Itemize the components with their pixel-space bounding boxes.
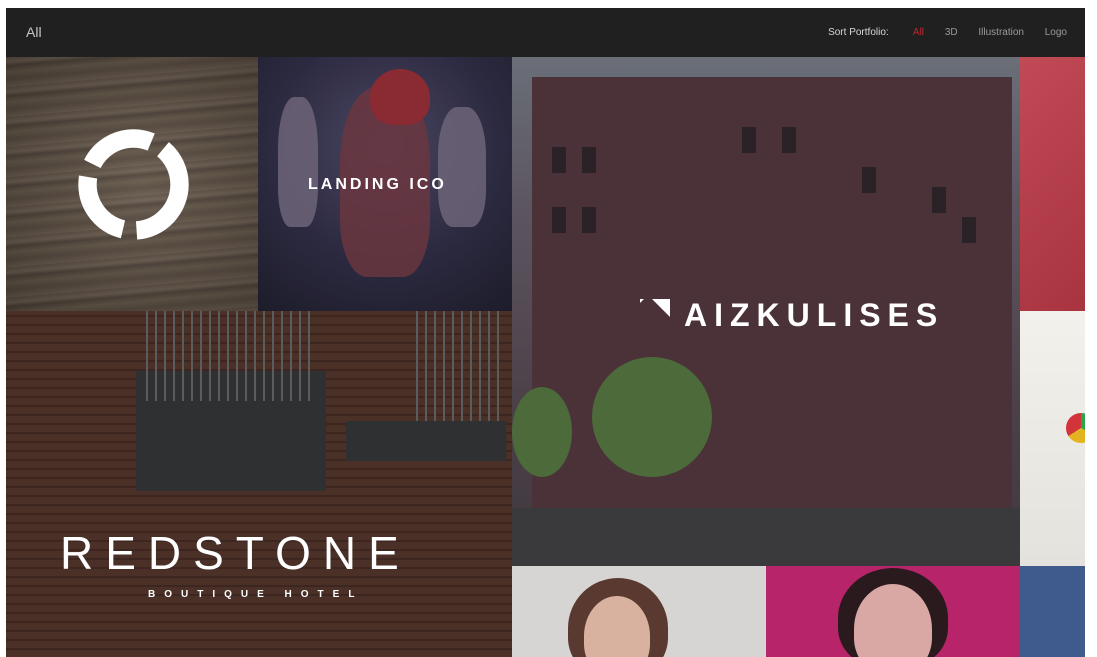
balcony — [346, 421, 506, 461]
building-window — [552, 207, 566, 233]
sort-portfolio-menu: Sort Portfolio: All 3D Illustration Logo — [828, 27, 1085, 38]
sort-portfolio-label: Sort Portfolio: — [828, 27, 889, 38]
redstone-title: REDSTONE — [60, 527, 411, 579]
tree — [512, 387, 572, 477]
current-filter-label: All — [26, 24, 42, 40]
ring-logo-icon — [78, 129, 189, 240]
sort-option-logo[interactable]: Logo — [1045, 27, 1067, 38]
colorful-logo-icon — [1066, 413, 1085, 443]
athlete-figure — [438, 107, 486, 227]
portfolio-item-redstone[interactable]: REDSTONE BOUTIQUE HOTEL — [6, 311, 512, 657]
aizkulises-title-text: AIZKULISES — [684, 297, 945, 333]
portfolio-item-wood-logo[interactable] — [6, 57, 258, 311]
building-window — [582, 207, 596, 233]
portfolio-item-blue[interactable] — [1020, 566, 1085, 657]
aizkulises-title: AIZKULISES — [640, 297, 944, 334]
athlete-figure — [278, 97, 318, 227]
sort-option-all[interactable]: All — [913, 27, 924, 38]
balcony-railing — [416, 311, 506, 421]
building-window — [582, 147, 596, 173]
building-window — [782, 127, 796, 153]
building-window — [932, 187, 946, 213]
landing-ico-title: LANDING ICO — [308, 176, 447, 193]
sort-option-illustration[interactable]: Illustration — [978, 27, 1024, 38]
street — [512, 508, 1020, 566]
sort-option-3d[interactable]: 3D — [945, 27, 958, 38]
portfolio-item-interior-logo[interactable] — [1020, 311, 1085, 566]
portfolio-item-red-abstract[interactable] — [1020, 57, 1085, 311]
balcony-railing — [146, 311, 316, 401]
portfolio-item-portrait-gray[interactable] — [512, 566, 766, 657]
tree — [592, 357, 712, 477]
redstone-subtitle: BOUTIQUE HOTEL — [148, 589, 364, 600]
building-window — [552, 147, 566, 173]
portfolio-item-aizkulises[interactable]: AIZKULISES — [512, 57, 1020, 566]
aizkulises-mark-icon — [640, 299, 670, 329]
portfolio-item-landing-ico[interactable]: LANDING ICO — [258, 57, 512, 311]
building-window — [962, 217, 976, 243]
building-window — [862, 167, 876, 193]
portfolio-topbar: All Sort Portfolio: All 3D Illustration … — [6, 8, 1085, 57]
helmet-icon — [370, 69, 430, 125]
portfolio-item-portrait-magenta[interactable] — [766, 566, 1020, 657]
building-window — [742, 127, 756, 153]
